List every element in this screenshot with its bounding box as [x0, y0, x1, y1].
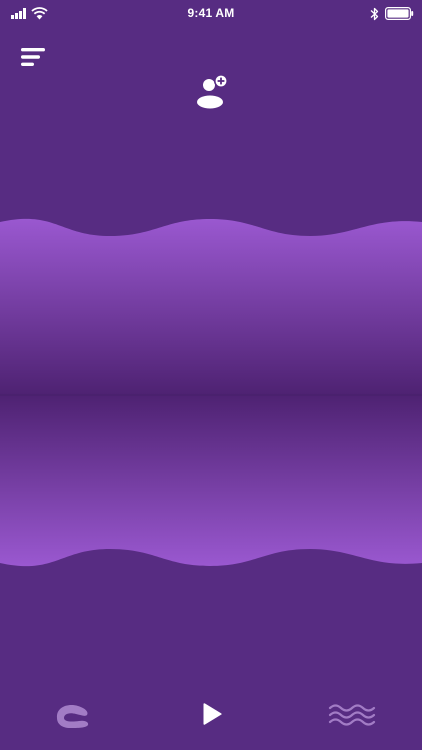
- menu-button[interactable]: [16, 44, 50, 70]
- battery-icon: [385, 7, 414, 20]
- wave-pattern-icon: [328, 704, 376, 726]
- bottom-control-bar: [0, 690, 422, 740]
- app-screen: 9:41 AM: [0, 0, 422, 750]
- vibration-wave-visual[interactable]: [0, 210, 422, 580]
- device-mode-icon: [56, 705, 89, 728]
- device-mode-button[interactable]: [52, 700, 94, 730]
- status-time: 9:41 AM: [187, 6, 235, 20]
- wave-bottom: [0, 395, 422, 567]
- add-user-icon: [197, 74, 228, 109]
- bluetooth-icon: [370, 7, 379, 21]
- wave-pattern-button[interactable]: [326, 702, 378, 728]
- status-bar: 9:41 AM: [0, 0, 422, 28]
- menu-icon: [21, 48, 45, 66]
- play-icon: [203, 703, 222, 725]
- add-user-button[interactable]: [192, 72, 232, 112]
- wave-top: [0, 218, 422, 395]
- play-button[interactable]: [196, 698, 228, 730]
